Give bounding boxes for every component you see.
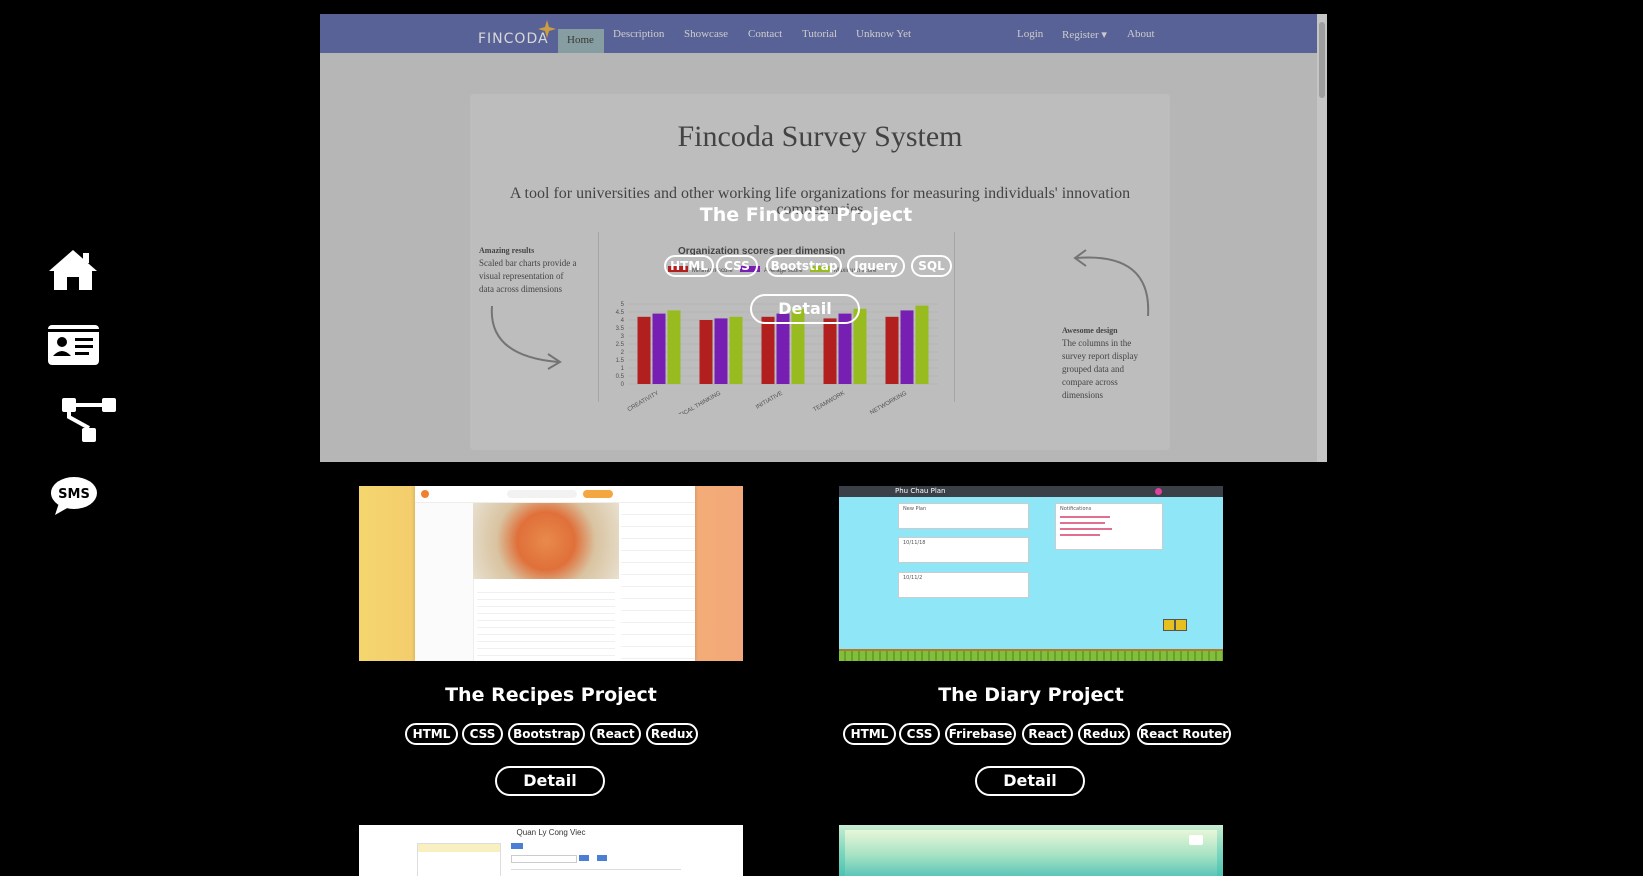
featured-project-title: The Fincoda Project <box>699 204 913 226</box>
featured-tag: SQL <box>911 255 952 277</box>
sitemap-icon[interactable] <box>60 398 118 443</box>
featured-tag: CSS <box>716 255 758 277</box>
diary-tag: React <box>1022 723 1073 745</box>
task-project-thumbnail[interactable]: Quan Ly Cong Viec <box>359 825 743 876</box>
recipes-tag: React <box>590 723 641 745</box>
diary-tag: HTML <box>843 723 896 745</box>
diary-tag: Frirebase <box>945 723 1016 745</box>
contact-card-icon[interactable] <box>48 325 99 365</box>
diary-detail-button[interactable]: Detail <box>975 766 1085 796</box>
featured-detail-button[interactable]: Detail <box>750 294 860 324</box>
diary-tag: Redux <box>1078 723 1130 745</box>
sms-icon[interactable]: SMS <box>50 476 98 516</box>
diary-tag: React Router <box>1137 723 1231 745</box>
recipes-tag: Redux <box>646 723 698 745</box>
diary-project-thumbnail[interactable]: Phu Chau Plan New Plan 10/11/18 10/11/2 … <box>839 486 1223 661</box>
diary-app-title: Phu Chau Plan <box>895 487 946 495</box>
diary-tag: CSS <box>899 723 940 745</box>
diary-project-title: The Diary Project <box>938 684 1124 706</box>
featured-tag: Bootstrap <box>766 255 842 277</box>
recipes-project-title: The Recipes Project <box>445 684 657 706</box>
featured-tag: HTML <box>664 255 714 277</box>
recipes-tag: HTML <box>405 723 458 745</box>
sms-icon-label: SMS <box>58 487 90 502</box>
landscape-project-thumbnail[interactable] <box>839 825 1223 876</box>
recipes-project-thumbnail[interactable] <box>359 486 743 661</box>
hover-overlay <box>320 14 1327 462</box>
recipes-tag: CSS <box>462 723 503 745</box>
recipes-detail-button[interactable]: Detail <box>495 766 605 796</box>
task-app-title: Quan Ly Cong Viec <box>516 828 586 837</box>
home-icon[interactable] <box>47 248 99 292</box>
featured-project-card[interactable]: FINCODA Home Description Showcase Contac… <box>320 14 1327 462</box>
featured-tag: Jquery <box>847 255 905 277</box>
recipes-tag: Bootstrap <box>508 723 585 745</box>
